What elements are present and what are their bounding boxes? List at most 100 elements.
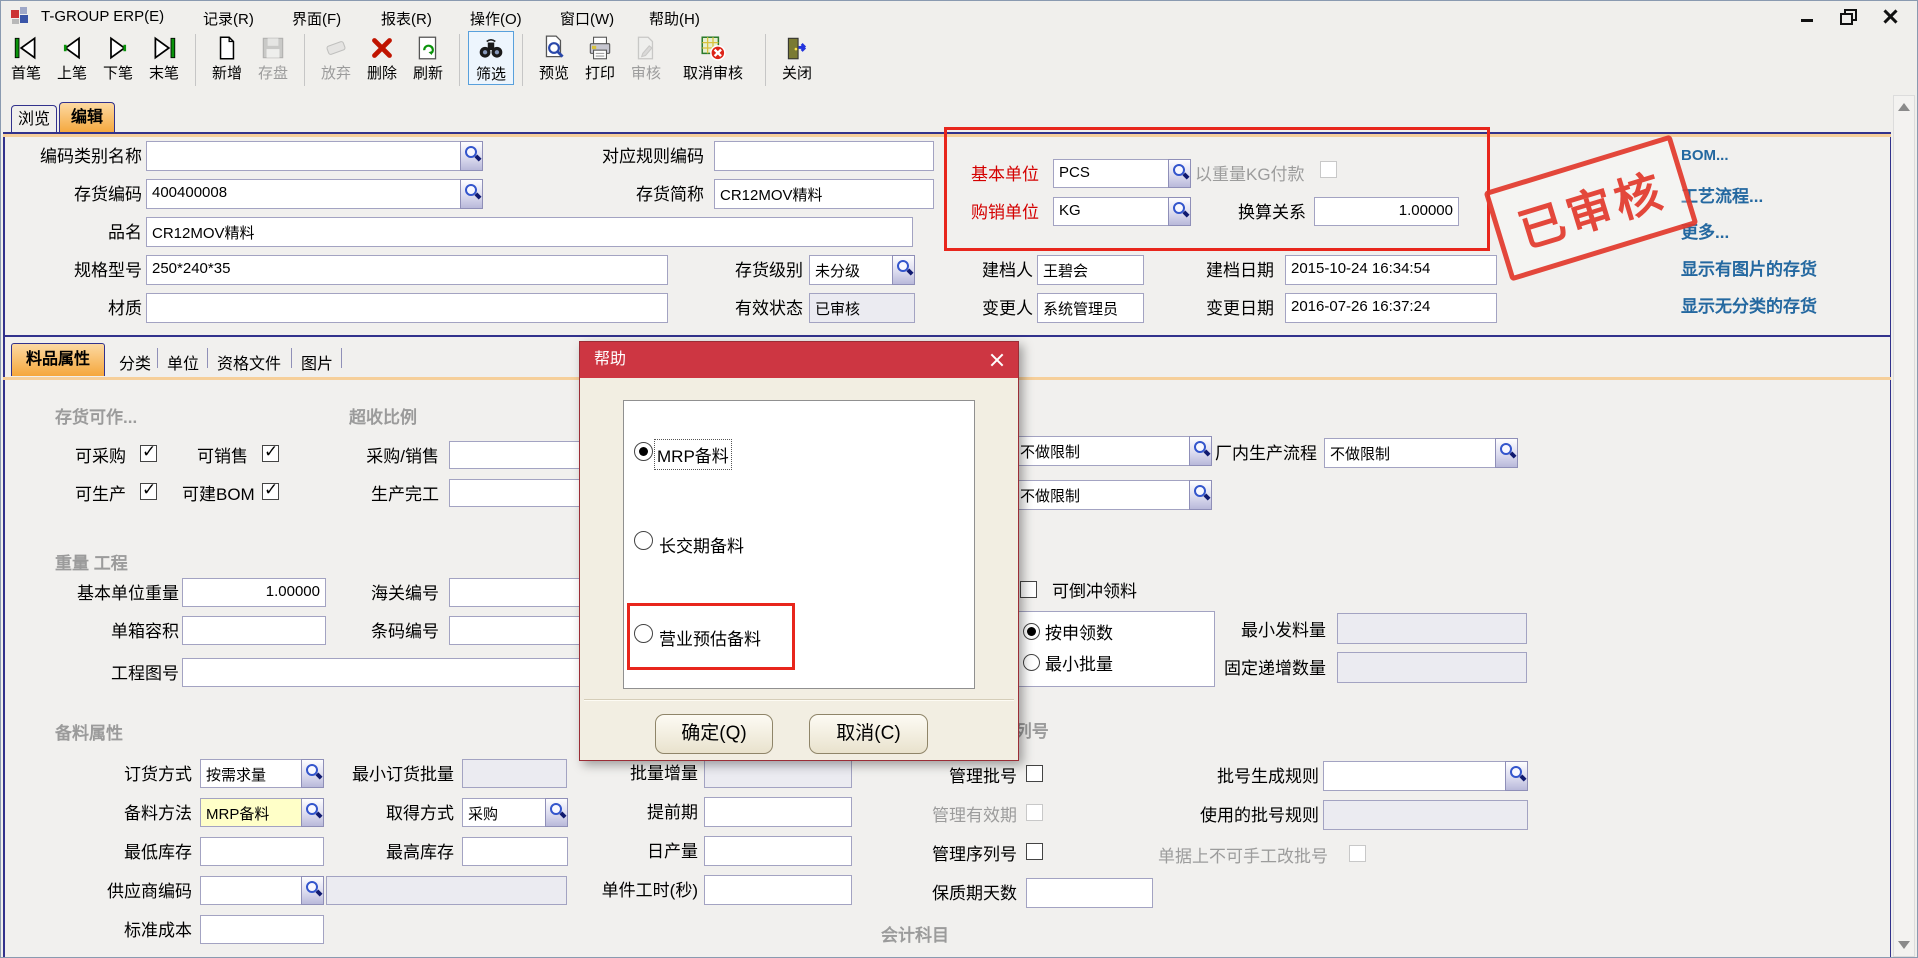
creator-input[interactable]: 王碧会 [1037,255,1144,285]
menu-operation[interactable]: 操作(O) [470,8,522,29]
subtab-item-attributes[interactable]: 料品属性 [11,343,105,376]
order-mode-field[interactable]: 按需求量 [200,759,324,788]
menu-app[interactable]: T-GROUP ERP(E) [41,8,164,25]
lookup-icon[interactable] [892,255,915,285]
conversion-input[interactable]: 1.00000 [1314,197,1459,226]
level-field[interactable]: 未分级 [809,255,915,285]
menu-record[interactable]: 记录(R) [203,8,254,29]
toolbar-first-record[interactable]: 首笔 [3,31,49,83]
toolbar-delete[interactable]: 删除 [359,31,405,83]
toolbar-cancel-audit[interactable]: 取消审核 [669,31,757,83]
toolbar-new[interactable]: 新增 [204,31,250,83]
toolbar-preview[interactable]: 预览 [531,31,577,83]
dialog-cancel-button[interactable]: 取消(C) [809,714,928,754]
supplier-code-field[interactable] [200,876,324,905]
lead-time-input[interactable] [704,797,852,827]
menu-report[interactable]: 报表(R) [381,8,432,29]
purchasable-checkbox[interactable] [140,445,157,462]
toolbar-print[interactable]: 打印 [577,31,623,83]
prep-method-field[interactable]: MRP备料 [200,798,324,827]
toolbar-next-record[interactable]: 下笔 [95,31,141,83]
subtab-qualification[interactable]: 资格文件 [217,350,281,374]
rule-code-input[interactable] [714,141,934,171]
min-batch-radio[interactable] [1023,654,1040,671]
lookup-icon[interactable] [460,179,483,209]
lookup-icon[interactable] [1495,438,1518,468]
std-cost-input[interactable] [200,915,324,944]
restriction-field-1[interactable]: 不做限制 [1014,436,1212,466]
sellable-checkbox[interactable] [262,445,279,462]
item-code-field[interactable]: 400400008 [146,179,483,209]
spec-input[interactable]: 250*240*35 [146,255,668,285]
lookup-icon[interactable] [1189,436,1212,466]
dialog-close-icon[interactable] [988,351,1006,369]
item-name-input[interactable]: CR12MOV精料 [714,179,934,209]
toolbar-prev-record[interactable]: 上笔 [49,31,95,83]
toolbar-refresh[interactable]: 刷新 [405,31,451,83]
close-button[interactable] [1881,8,1899,24]
dialog-titlebar[interactable]: 帮助 [580,342,1018,378]
subtab-category[interactable]: 分类 [119,350,151,374]
code-category-field[interactable] [146,141,483,171]
unit-weight-input[interactable]: 1.00000 [182,578,326,607]
lookup-icon[interactable] [1505,761,1528,791]
lookup-icon[interactable] [301,759,324,788]
tab-browse[interactable]: 浏览 [11,105,57,133]
factory-flow-field[interactable]: 不做限制 [1324,438,1518,468]
dialog-option-long-lead-label[interactable]: 长交期备料 [659,532,744,557]
bom-allowed-checkbox[interactable] [262,483,279,500]
link-process[interactable]: 工艺流程... [1681,182,1763,207]
scroll-up-icon[interactable] [1898,103,1910,111]
link-show-with-images[interactable]: 显示有图片的存货 [1681,255,1817,280]
box-volume-input[interactable] [182,616,326,645]
modifier-input[interactable]: 系统管理员 [1037,293,1144,323]
dialog-radio-sales-forecast[interactable] [634,624,653,643]
modified-date-input[interactable]: 2016-07-26 16:37:24 [1285,293,1497,323]
lookup-icon[interactable] [301,798,324,827]
product-name-input[interactable]: CR12MOV精料 [146,217,913,247]
subtab-unit[interactable]: 单位 [167,350,199,374]
lookup-icon[interactable] [301,876,324,905]
lookup-icon[interactable] [1168,159,1191,188]
manage-batch-checkbox[interactable] [1026,765,1043,782]
dialog-radio-mrp[interactable] [634,442,653,461]
min-stock-input[interactable] [200,837,324,866]
link-show-unclassified[interactable]: 显示无分类的存货 [1681,292,1817,317]
by-request-radio[interactable] [1023,623,1040,640]
menu-help[interactable]: 帮助(H) [649,8,700,29]
lookup-icon[interactable] [545,798,568,827]
toolbar-close[interactable]: 关闭 [774,31,820,83]
dialog-option-mrp-label[interactable]: MRP备料 [657,442,729,467]
producible-checkbox[interactable] [140,483,157,500]
dialog-option-sales-forecast-label[interactable]: 营业预估备料 [659,625,761,650]
scroll-down-icon[interactable] [1898,941,1910,949]
tab-edit[interactable]: 编辑 [59,102,115,133]
vertical-scrollbar[interactable] [1893,95,1915,957]
subtab-images[interactable]: 图片 [301,350,333,374]
minimize-button[interactable] [1799,8,1817,24]
lookup-icon[interactable] [1189,480,1212,510]
daily-output-input[interactable] [704,836,852,866]
toolbar-last-record[interactable]: 末笔 [141,31,187,83]
unit-hours-input[interactable] [704,875,852,905]
acquire-mode-field[interactable]: 采购 [462,798,568,827]
link-bom[interactable]: BOM... [1681,147,1729,164]
restriction-field-2[interactable]: 不做限制 [1014,480,1212,510]
max-stock-input[interactable] [462,837,568,866]
material-input[interactable] [146,293,668,323]
menu-interface[interactable]: 界面(F) [292,8,341,29]
dialog-ok-button[interactable]: 确定(Q) [655,714,773,754]
batch-rule-field[interactable] [1323,761,1528,791]
backflush-checkbox[interactable] [1020,581,1037,598]
trade-unit-field[interactable]: KG [1053,197,1191,226]
base-unit-field[interactable]: PCS [1053,159,1191,188]
dialog-radio-long-lead[interactable] [634,531,653,550]
created-date-input[interactable]: 2015-10-24 16:34:54 [1285,255,1497,285]
lookup-icon[interactable] [1168,197,1191,226]
lookup-icon[interactable] [460,141,483,171]
menu-window[interactable]: 窗口(W) [560,8,614,29]
manage-serial-checkbox[interactable] [1026,843,1043,860]
toolbar-filter[interactable]: 筛选 [468,31,514,85]
shelf-life-input[interactable] [1026,878,1153,908]
restore-button[interactable] [1839,8,1857,24]
